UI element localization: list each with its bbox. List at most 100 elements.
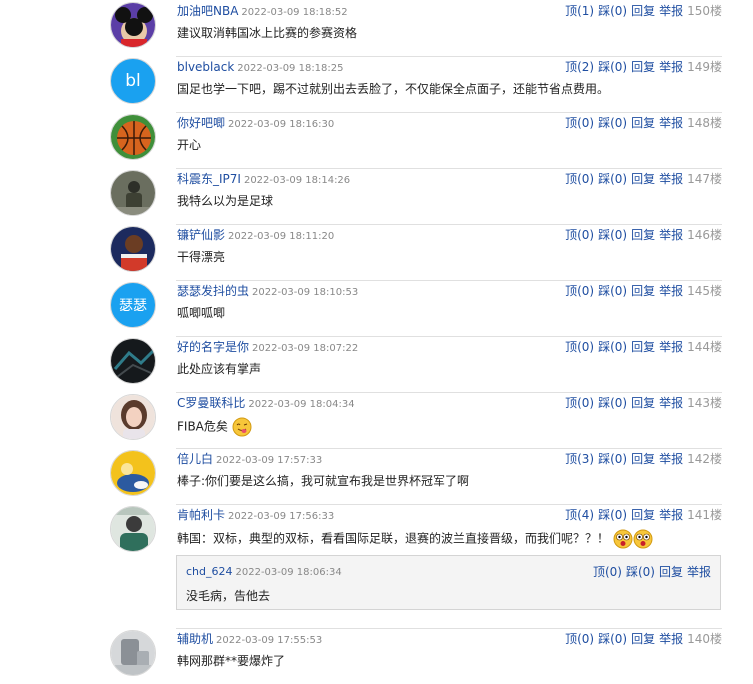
floor-number: 144楼: [687, 340, 722, 354]
username-link[interactable]: C罗曼联科比: [177, 396, 245, 410]
floor-number: 146楼: [687, 228, 722, 242]
report-button[interactable]: 举报: [659, 60, 683, 74]
upvote-button[interactable]: 顶(4): [565, 508, 594, 522]
username-link[interactable]: 辅助机: [177, 632, 213, 646]
report-button[interactable]: 举报: [659, 340, 683, 354]
upvote-button[interactable]: 顶(0): [565, 172, 594, 186]
username-link[interactable]: 瑟瑟发抖的虫: [177, 284, 249, 298]
reply-button[interactable]: 回复: [631, 60, 655, 74]
comment-text: 开心: [177, 138, 202, 152]
username-link[interactable]: blveblack: [177, 60, 234, 74]
upvote-button[interactable]: 顶(0): [565, 284, 594, 298]
avatar[interactable]: [110, 450, 156, 496]
divider: [176, 56, 722, 57]
comment-text: 棒子:你们要是这么搞，我可就宣布我是世界杯冠军了啊: [177, 474, 470, 488]
timestamp: 2022-03-09 18:10:53: [252, 287, 359, 298]
comment-item: 肯帕利卡 2022-03-09 17:56:33 顶(4) 踩(0) 回复 举报 141楼…: [0, 504, 753, 560]
avatar[interactable]: [110, 170, 156, 216]
downvote-button[interactable]: 踩(0): [626, 565, 655, 579]
username-link[interactable]: 加油吧NBA: [177, 4, 238, 18]
downvote-button[interactable]: 踩(0): [598, 60, 627, 74]
comment-meta: 瑟瑟发抖的虫 2022-03-09 18:10:53: [177, 284, 358, 300]
downvote-button[interactable]: 踩(0): [598, 116, 627, 130]
reply-username-link[interactable]: chd_624: [186, 565, 233, 578]
downvote-button[interactable]: 踩(0): [598, 396, 627, 410]
username-link[interactable]: 镰铲仙影: [177, 228, 225, 242]
report-button[interactable]: 举报: [659, 284, 683, 298]
downvote-button[interactable]: 踩(0): [598, 284, 627, 298]
comment-text: 呱唧呱唧: [177, 306, 226, 320]
avatar[interactable]: [110, 394, 156, 440]
report-button[interactable]: 举报: [659, 632, 683, 646]
timestamp: 2022-03-09 18:18:52: [241, 7, 348, 18]
divider: [176, 392, 722, 393]
downvote-button[interactable]: 踩(0): [598, 228, 627, 242]
report-button[interactable]: 举报: [659, 116, 683, 130]
avatar[interactable]: [110, 338, 156, 384]
timestamp: 2022-03-09 17:55:53: [216, 635, 323, 646]
comment-text: 我特么以为是足球: [177, 194, 274, 208]
comment-text-row: FIBA危矣: [177, 417, 252, 437]
username-link[interactable]: 倍儿白: [177, 452, 213, 466]
avatar[interactable]: [110, 226, 156, 272]
reply-button[interactable]: 回复: [659, 565, 683, 579]
downvote-button[interactable]: 踩(0): [598, 508, 627, 522]
downvote-button[interactable]: 踩(0): [598, 452, 627, 466]
upvote-button[interactable]: 顶(0): [565, 632, 594, 646]
shocked-emoji-icon: [633, 529, 653, 549]
comment-item: bl blveblack 2022-03-09 18:18:25 顶(2) 踩(0)…: [0, 56, 753, 112]
upvote-button[interactable]: 顶(0): [565, 340, 594, 354]
comment-meta: 肯帕利卡 2022-03-09 17:56:33: [177, 508, 334, 524]
floor-number: 147楼: [687, 172, 722, 186]
username-link[interactable]: 好的名字是你: [177, 340, 249, 354]
divider: [176, 112, 722, 113]
report-button[interactable]: 举报: [659, 452, 683, 466]
avatar[interactable]: 瑟瑟: [110, 282, 156, 328]
comment-meta: 加油吧NBA 2022-03-09 18:18:52: [177, 4, 348, 20]
downvote-button[interactable]: 踩(0): [598, 4, 627, 18]
reply-button[interactable]: 回复: [631, 396, 655, 410]
downvote-button[interactable]: 踩(0): [598, 632, 627, 646]
downvote-button[interactable]: 踩(0): [598, 172, 627, 186]
comment-item: 瑟瑟 瑟瑟发抖的虫 2022-03-09 18:10:53 顶(0) 踩(0) 回复举…: [0, 280, 753, 336]
reply-button[interactable]: 回复: [631, 632, 655, 646]
report-button[interactable]: 举报: [659, 172, 683, 186]
yellow-avatar-icon: [111, 451, 155, 495]
username-link[interactable]: 科震东_IP7I: [177, 172, 241, 186]
upvote-button[interactable]: 顶(0): [565, 116, 594, 130]
floor-number: 145楼: [687, 284, 722, 298]
reply-button[interactable]: 回复: [631, 508, 655, 522]
avatar[interactable]: bl: [110, 58, 156, 104]
report-button[interactable]: 举报: [659, 508, 683, 522]
upvote-button[interactable]: 顶(2): [565, 60, 594, 74]
report-button[interactable]: 举报: [659, 228, 683, 242]
downvote-button[interactable]: 踩(0): [598, 340, 627, 354]
report-button[interactable]: 举报: [659, 4, 683, 18]
reply-button[interactable]: 回复: [631, 340, 655, 354]
reply-button[interactable]: 回复: [631, 228, 655, 242]
upvote-button[interactable]: 顶(3): [565, 452, 594, 466]
floor-number: 149楼: [687, 60, 722, 74]
comment-actions: 顶(0) 踩(0) 回复 举报 148楼: [561, 116, 722, 130]
avatar[interactable]: [110, 506, 156, 552]
avatar[interactable]: [110, 630, 156, 676]
username-link[interactable]: 肯帕利卡: [177, 508, 225, 522]
report-button[interactable]: 举报: [659, 396, 683, 410]
comment-meta: 倍儿白 2022-03-09 17:57:33: [177, 452, 322, 468]
gray-avatar-icon: [111, 631, 155, 675]
report-button[interactable]: 举报: [687, 565, 711, 579]
upvote-button[interactable]: 顶(1): [565, 4, 594, 18]
reply-button[interactable]: 回复: [631, 172, 655, 186]
avatar[interactable]: [110, 2, 156, 48]
upvote-button[interactable]: 顶(0): [593, 565, 622, 579]
avatar[interactable]: [110, 114, 156, 160]
upvote-button[interactable]: 顶(0): [565, 396, 594, 410]
comment-actions: 顶(0) 踩(0) 回复 举报 140楼: [561, 632, 722, 646]
reply-button[interactable]: 回复: [631, 116, 655, 130]
comment-text-row: 韩国：双标，典型的双标，看看国际足联，退赛的波兰直接晋级，而我们呢？？！: [177, 529, 653, 549]
username-link[interactable]: 你好吧唧: [177, 116, 225, 130]
reply-button[interactable]: 回复: [631, 284, 655, 298]
upvote-button[interactable]: 顶(0): [565, 228, 594, 242]
reply-button[interactable]: 回复: [631, 4, 655, 18]
reply-button[interactable]: 回复: [631, 452, 655, 466]
